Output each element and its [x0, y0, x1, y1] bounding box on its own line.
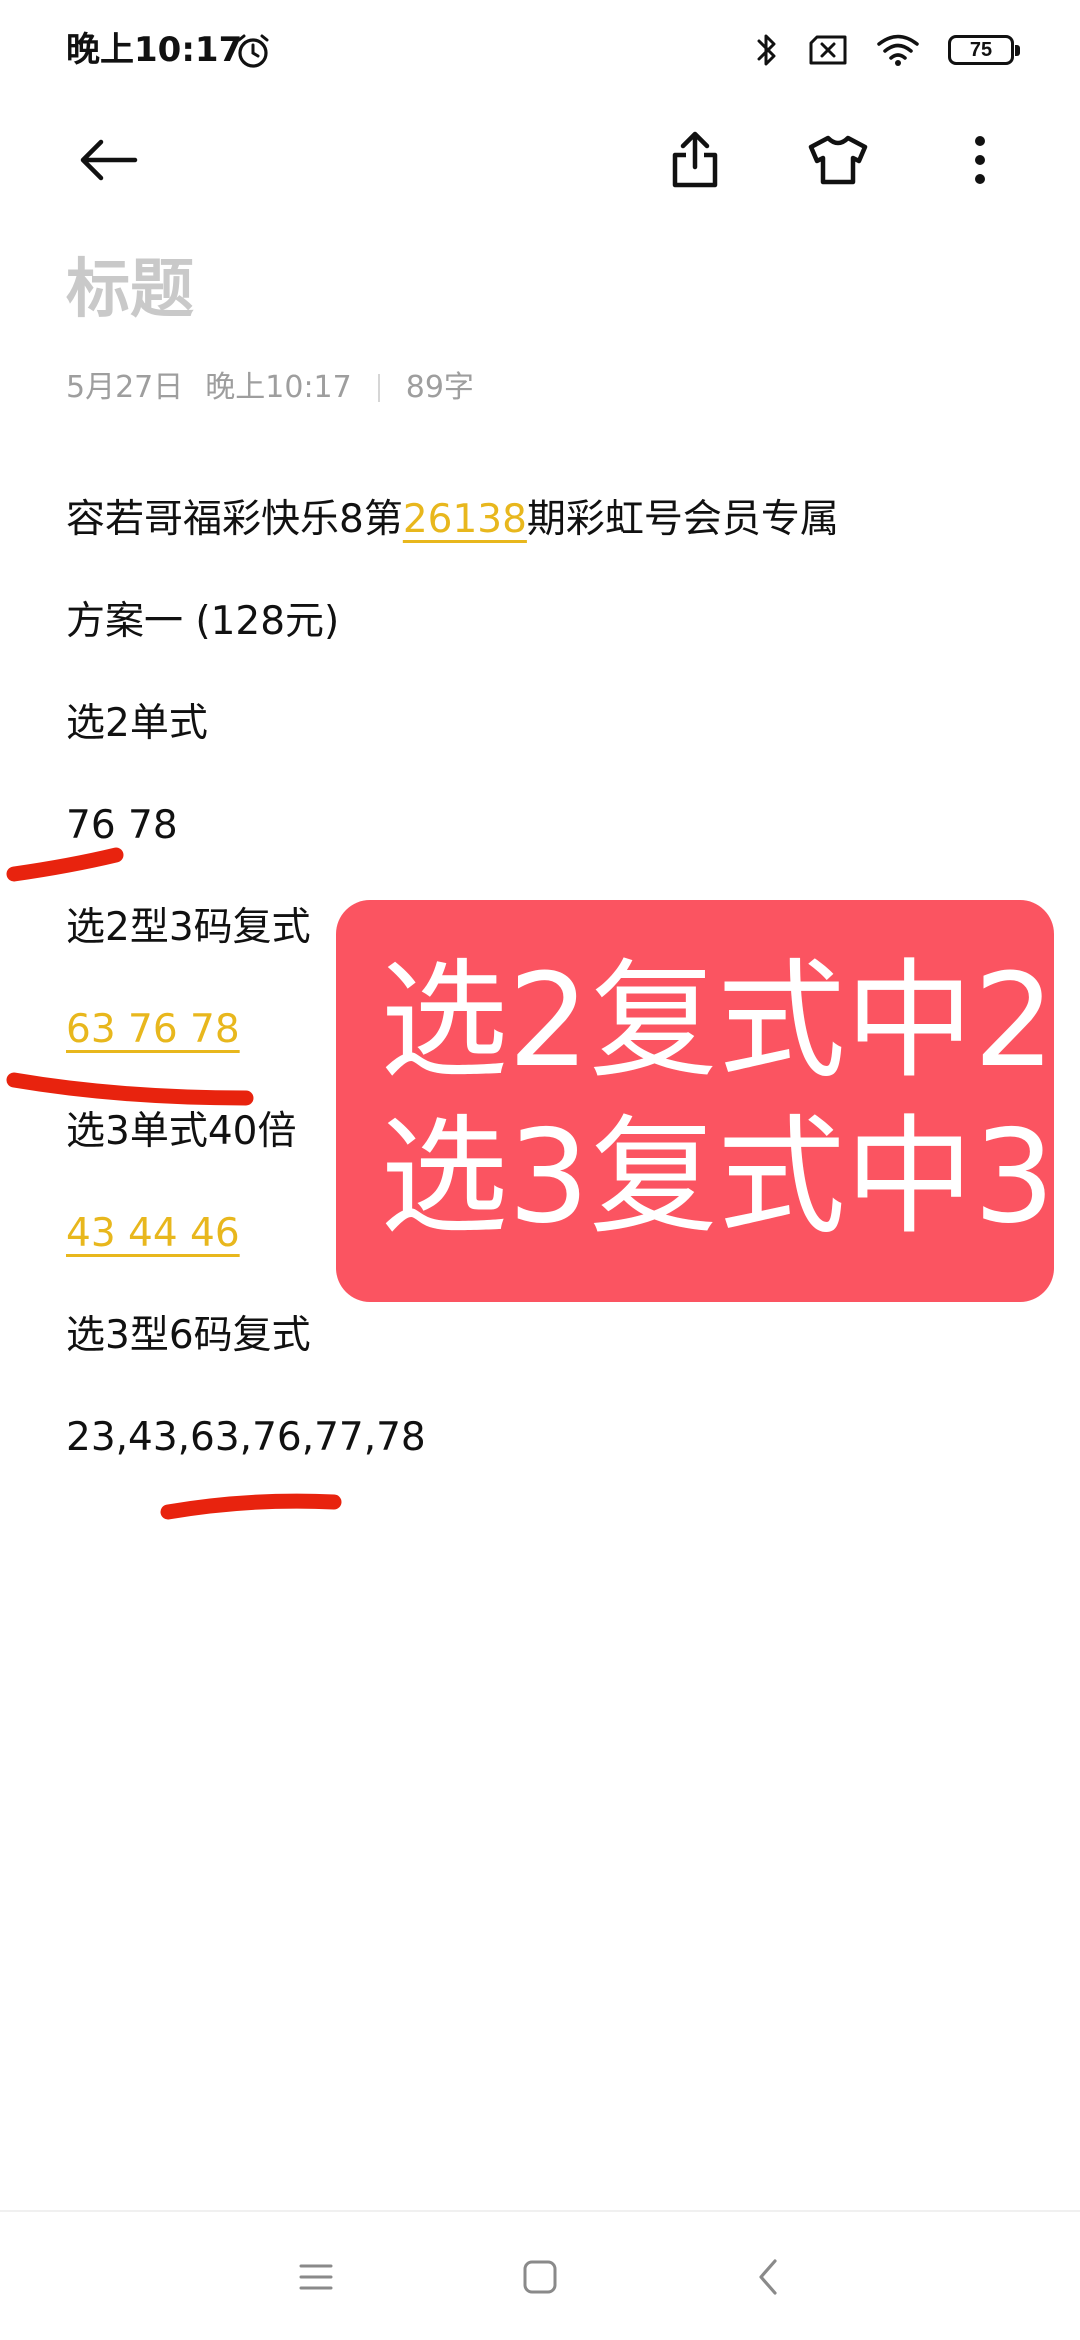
tshirt-theme-icon — [808, 135, 868, 185]
share-icon — [672, 131, 718, 188]
home-square-icon — [523, 2260, 557, 2294]
note-time: 晚上10:17 — [205, 370, 352, 405]
battery-level: 75 — [969, 39, 993, 61]
more-vertical-icon — [975, 136, 985, 184]
battery-icon: 75 — [948, 35, 1020, 65]
wifi-icon — [877, 34, 919, 66]
sticker-line-2: 选3复式中3 — [380, 1103, 1055, 1252]
back-arrow-icon — [80, 139, 138, 181]
note-line-pick2-single-label: 选2单式 — [66, 701, 208, 746]
theme-button[interactable] — [788, 110, 888, 210]
status-bar: 晚上10:17 75 — [0, 0, 1080, 100]
status-icons: 75 — [754, 28, 1020, 72]
note-line-pick2-single-numbers: 76 78 — [66, 803, 178, 848]
recent-apps-button[interactable] — [276, 2242, 356, 2312]
sticker-line-1: 选2复式中2 — [380, 947, 1055, 1096]
pick3-single-numbers-link[interactable]: 43 44 46 — [66, 1211, 240, 1256]
share-button[interactable] — [645, 110, 745, 210]
bluetooth-icon — [757, 34, 776, 66]
pick2-multi-numbers-link[interactable]: 63 76 78 — [66, 1007, 240, 1052]
more-options-button[interactable] — [930, 110, 1030, 210]
note-toolbar — [0, 110, 1080, 210]
alarm-icon — [237, 34, 269, 68]
result-sticker: 选2复式中2 选3复式中3 — [336, 900, 1055, 1302]
note-date: 5月27日 — [66, 370, 184, 405]
heading-suffix: 期彩虹号会员专属 — [526, 497, 839, 542]
heading-prefix: 容若哥福彩快乐8第 — [66, 497, 403, 542]
note-char-count: 89字 — [405, 370, 474, 405]
back-button[interactable] — [58, 110, 158, 210]
note-line-pick3-multi-label: 选3型6码复式 — [66, 1313, 311, 1358]
note-line-heading: 容若哥福彩快乐8第26138期彩虹号会员专属 — [66, 490, 1016, 592]
note-title-placeholder[interactable]: 标题 — [66, 250, 194, 330]
system-nav-bar — [0, 2210, 1080, 2340]
back-chevron-icon — [759, 2259, 777, 2295]
note-meta: 5月27日 晚上10:17 89字 — [66, 366, 474, 410]
meta-divider — [377, 374, 380, 402]
home-button[interactable] — [500, 2242, 580, 2312]
sim-no-signal-icon — [809, 35, 847, 65]
note-line-pick3-multi-numbers: 23,43,63,76,77,78 — [66, 1415, 426, 1460]
menu-icon — [299, 2264, 333, 2290]
issue-number-link[interactable]: 26138 — [403, 497, 527, 542]
note-line-plan: 方案一 (128元) — [66, 599, 340, 644]
status-time: 晚上10:17 — [66, 30, 243, 70]
system-back-button[interactable] — [728, 2242, 808, 2312]
